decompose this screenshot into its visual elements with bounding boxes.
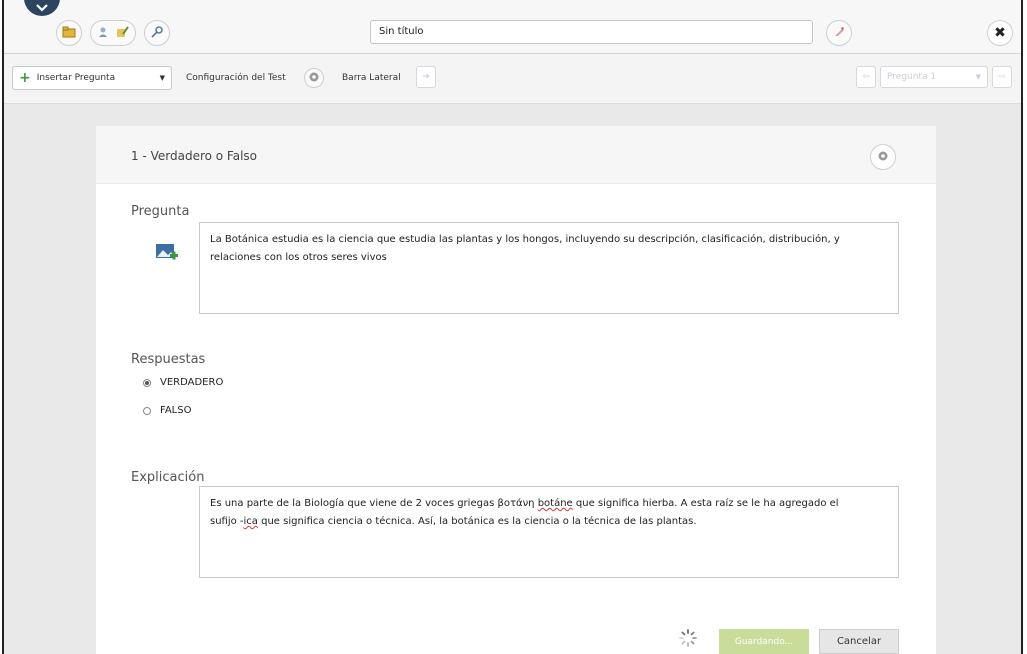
loading-spinner-icon (679, 629, 697, 647)
explanation-label: Explicación (131, 470, 205, 485)
pencil-doc-icon (115, 25, 129, 41)
toolbar: + Insertar Pregunta ▼ Configuración del … (4, 54, 1021, 104)
next-question-button[interactable]: ⇨ (992, 66, 1012, 88)
explanation-textarea[interactable]: Es una parte de la Biología que viene de… (199, 486, 899, 578)
question-panel: 1 - Verdadero o Falso Pregunta La Botáni… (96, 126, 936, 654)
explanation-line-1: Es una parte de la Biología que viene de… (210, 498, 839, 509)
tag-button[interactable] (826, 20, 852, 46)
test-config-label: Configuración del Test (186, 73, 286, 83)
question-selector-value: Pregunta 1 (887, 72, 937, 82)
question-header: 1 - Verdadero o Falso (96, 126, 936, 184)
prompt-textarea[interactable]: La Botánica estudia es la ciencia que es… (199, 222, 899, 314)
sidebar-toggle[interactable]: ➜ (416, 66, 436, 88)
chevron-down-icon: ▼ (975, 73, 981, 81)
collapse-chevron-icon[interactable] (24, 0, 60, 16)
cancel-button[interactable]: Cancelar (819, 629, 899, 654)
gear-icon (877, 150, 889, 165)
question-selector[interactable]: Pregunta 1 ▼ (880, 66, 988, 88)
insert-question-dropdown[interactable]: + Insertar Pregunta ▼ (12, 66, 172, 90)
tag-icon (832, 25, 846, 42)
insert-image-button[interactable] (154, 239, 180, 265)
close-button[interactable]: ✖ (987, 20, 1013, 46)
question-settings-button[interactable] (870, 144, 896, 170)
answers-label: Respuestas (131, 352, 206, 367)
answer-option-false[interactable]: FALSO (143, 405, 191, 416)
chevron-down-icon: ▼ (159, 74, 165, 82)
key-icon (150, 25, 164, 42)
arrow-right-icon: ⇨ (998, 72, 1006, 82)
users-button[interactable] (90, 20, 136, 46)
image-add-icon (154, 244, 180, 268)
sidebar-label: Barra Lateral (342, 73, 401, 83)
add-icon: + (19, 70, 31, 86)
answer-label: FALSO (160, 405, 192, 416)
explanation-line-2: sufijo -ica que significa ciencia o técn… (210, 516, 697, 527)
prev-question-button[interactable]: ⇦ (856, 66, 876, 88)
arrow-right-icon: ➜ (422, 72, 430, 82)
search-button[interactable] (144, 20, 170, 46)
folder-icon (62, 26, 76, 41)
gear-icon (308, 71, 320, 86)
radio-selected[interactable] (143, 378, 151, 387)
test-config-button[interactable] (304, 68, 324, 88)
folder-button[interactable] (56, 20, 82, 46)
test-title-input[interactable]: Sin título (370, 20, 813, 44)
insert-question-label: Insertar Pregunta (36, 73, 116, 83)
people-icon (98, 26, 112, 41)
radio-unselected[interactable] (143, 406, 151, 415)
question-title: 1 - Verdadero o Falso (131, 149, 258, 163)
arrow-left-icon: ⇦ (862, 72, 870, 82)
title-bar: Sin título ✖ (4, 0, 1021, 54)
close-icon: ✖ (994, 25, 1006, 41)
answer-label: VERDADERO (160, 377, 224, 388)
editor-window: Sin título ✖ + Insertar Pregunta ▼ Confi… (2, 0, 1023, 654)
prompt-label: Pregunta (131, 204, 190, 219)
answer-option-true[interactable]: VERDADERO (143, 377, 223, 388)
save-button[interactable]: Guardando... (719, 629, 809, 654)
